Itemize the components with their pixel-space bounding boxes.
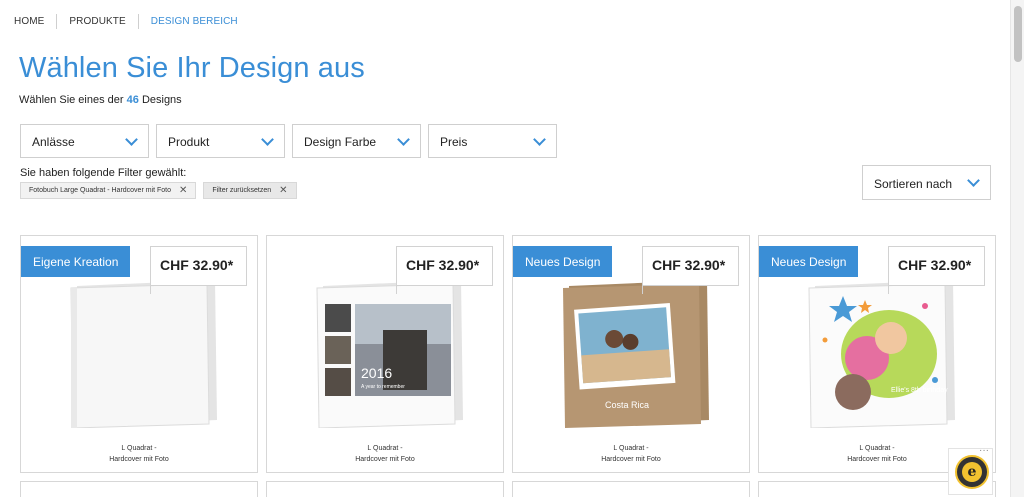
more-icon[interactable]: ··· xyxy=(979,445,989,456)
badge-neues-design: Neues Design xyxy=(759,246,859,277)
caption-line: L Quadrat - xyxy=(121,445,157,452)
cover-text: Ellie's 8th birthday xyxy=(891,387,948,394)
product-card[interactable]: Ellie's 8th birthday Neues Design CHF 32… xyxy=(758,235,996,473)
filter-preis-dropdown[interactable]: Preis xyxy=(428,124,557,158)
price-tag: CHF 32.90* xyxy=(642,246,739,294)
badge-eigene-kreation: Eigene Kreation xyxy=(21,246,131,277)
caption-line: L Quadrat - xyxy=(367,445,403,452)
price-tag: CHF 32.90* xyxy=(150,246,247,294)
product-image[interactable]: Costa Rica xyxy=(559,280,711,428)
badge-neues-design: Neues Design xyxy=(513,246,613,277)
caption-line: L Quadrat - xyxy=(613,445,649,452)
product-image[interactable]: Ellie's 8th birthday xyxy=(805,280,957,428)
product-card[interactable]: Eigene Kreation CHF 32.90* L Quadrat - Ha… xyxy=(20,235,258,473)
chevron-down-icon xyxy=(261,133,274,146)
breadcrumb-design-bereich[interactable]: DESIGN BEREICH xyxy=(137,14,250,29)
chip-label: Fotobuch Large Quadrat - Hardcover mit F… xyxy=(29,187,172,194)
product-card[interactable]: Costa Rica Neues Design CHF 32.90* L Qua… xyxy=(512,235,750,473)
price-tag: CHF 32.90* xyxy=(396,246,493,294)
cover-place: Costa Rica xyxy=(605,400,649,410)
chevron-down-icon xyxy=(125,133,138,146)
chevron-down-icon xyxy=(967,174,980,187)
dropdown-label: Design Farbe xyxy=(304,135,377,149)
caption-line: Hardcover mit Foto xyxy=(601,456,661,463)
product-grid: Eigene Kreation CHF 32.90* L Quadrat - Ha… xyxy=(20,235,996,473)
close-icon[interactable]: ✕ xyxy=(279,186,287,196)
filter-produkt-dropdown[interactable]: Produkt xyxy=(156,124,285,158)
trusted-shops-seal-icon: e xyxy=(955,455,989,489)
page: HOME PRODUKTE DESIGN BEREICH Wählen Sie … xyxy=(0,0,1024,497)
cover-sub: A year to remember xyxy=(361,384,405,390)
chevron-down-icon xyxy=(533,133,546,146)
subtitle-suffix: Designs xyxy=(141,94,182,106)
caption-line: Hardcover mit Foto xyxy=(355,456,415,463)
caption-line: Hardcover mit Foto xyxy=(109,456,169,463)
cover-year: 2016 xyxy=(361,365,392,381)
filter-anlaesse-dropdown[interactable]: Anlässe xyxy=(20,124,149,158)
breadcrumb: HOME PRODUKTE DESIGN BEREICH xyxy=(14,14,250,29)
page-title: Wählen Sie Ihr Design aus xyxy=(19,52,365,84)
subtitle-prefix: Wählen Sie eines der xyxy=(19,94,124,106)
product-caption: L Quadrat - Hardcover mit Foto xyxy=(267,443,503,465)
product-grid-row-2 xyxy=(20,481,996,497)
trust-badge-widget[interactable]: ··· e xyxy=(948,445,993,495)
product-card[interactable] xyxy=(512,481,750,497)
dropdown-label: Sortieren nach xyxy=(874,177,953,191)
chevron-down-icon xyxy=(397,133,410,146)
sort-dropdown[interactable]: Sortieren nach xyxy=(862,165,991,200)
dropdown-label: Preis xyxy=(440,135,468,149)
design-count: 46 xyxy=(126,94,139,106)
price-tag: CHF 32.90* xyxy=(888,246,985,294)
product-card[interactable]: 2016 A year to remember CHF 32.90* L Qua… xyxy=(266,235,504,473)
product-image[interactable] xyxy=(67,280,219,428)
product-card[interactable] xyxy=(266,481,504,497)
product-card[interactable] xyxy=(20,481,258,497)
design-count-text: Wählen Sie eines der 46 Designs xyxy=(19,94,182,106)
dropdown-label: Produkt xyxy=(168,135,210,149)
reset-filters-chip[interactable]: Filter zurücksetzen ✕ xyxy=(203,182,297,199)
scrollbar-thumb[interactable] xyxy=(1014,6,1022,62)
breadcrumb-produkte[interactable]: PRODUKTE xyxy=(56,14,137,29)
close-icon[interactable]: ✕ xyxy=(179,186,187,196)
product-caption: L Quadrat - Hardcover mit Foto xyxy=(513,443,749,465)
filter-design-farbe-dropdown[interactable]: Design Farbe xyxy=(292,124,421,158)
active-filters-label: Sie haben folgende Filter gewählt: xyxy=(20,167,187,179)
filter-chip-produkt[interactable]: Fotobuch Large Quadrat - Hardcover mit F… xyxy=(20,182,197,199)
breadcrumb-home[interactable]: HOME xyxy=(14,14,56,29)
dropdown-label: Anlässe xyxy=(32,135,75,149)
vertical-scrollbar[interactable] xyxy=(1010,0,1024,497)
product-image[interactable]: 2016 A year to remember xyxy=(313,280,465,428)
active-filter-chips: Fotobuch Large Quadrat - Hardcover mit F… xyxy=(20,182,297,199)
product-caption: L Quadrat - Hardcover mit Foto xyxy=(21,443,257,465)
filter-bar: Anlässe Produkt Design Farbe Preis xyxy=(20,124,557,158)
chip-label: Filter zurücksetzen xyxy=(212,187,272,194)
